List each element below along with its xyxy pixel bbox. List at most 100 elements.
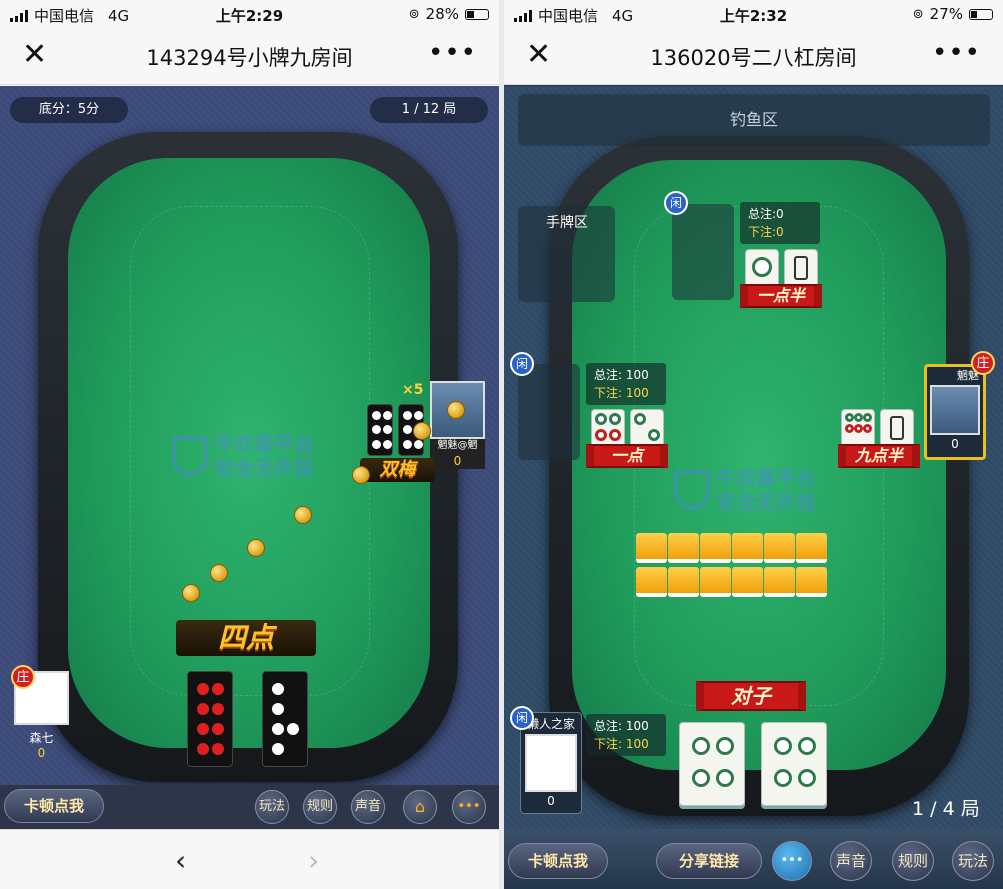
play-button[interactable]: 玩法	[952, 841, 994, 881]
close-icon[interactable]: ✕	[22, 40, 47, 70]
base-score: 底分：5分	[10, 97, 128, 123]
shield-icon	[172, 436, 208, 476]
self-score: 0	[547, 794, 555, 808]
back-icon[interactable]: ‹	[175, 844, 186, 877]
chat-icon[interactable]: •••	[452, 790, 486, 824]
total-bet: 总注: 100	[594, 719, 649, 733]
hand-area-label: 手牌区	[546, 215, 588, 231]
bet-multiplier: ×5	[402, 382, 424, 398]
self-mahjong-tile[interactable]	[761, 722, 827, 806]
top-player-bet: 总注:0 下注:0	[740, 202, 820, 244]
total-bet: 总注: 100	[594, 368, 649, 382]
top-player-seat[interactable]	[672, 204, 734, 300]
page-title: 136020号二八杠房间	[650, 46, 857, 70]
page-title: 143294号小牌九房间	[146, 46, 353, 70]
watermark-line2: 安全无外挂	[214, 456, 314, 480]
self-hand-label: 对子	[696, 681, 806, 711]
screen-paijiu: 中国电信 4G 上午2:29 ⊚ 28% ✕ 143294号小牌九房间 ••• …	[0, 0, 499, 889]
nav-bar: ✕ 136020号二八杠房间 •••	[504, 28, 1003, 85]
coin-icon	[247, 539, 265, 557]
rotation-lock-icon: ⊚	[912, 6, 924, 22]
mahjong-tile	[630, 409, 664, 447]
screen-erbagang: 中国电信 4G 上午2:32 ⊚ 27% ✕ 136020号二八杠房间 ••• …	[504, 0, 1003, 889]
round-counter: 1 / 12 局	[370, 97, 488, 123]
self-bet: 总注: 100 下注: 100	[586, 714, 666, 756]
current-bet: 下注:0	[748, 225, 784, 239]
sound-button[interactable]: 声音	[351, 790, 385, 824]
opponent-hand-label: 双梅	[360, 458, 435, 482]
battery-icon	[465, 8, 489, 20]
mahjong-tile	[591, 409, 625, 447]
idle-badge: 闲	[510, 706, 534, 730]
self-hand-label: 四点	[176, 620, 316, 656]
lag-report-button[interactable]: 卡顿点我	[4, 789, 104, 823]
mahjong-tile	[745, 249, 779, 287]
watermark-line1: 牛欢喜平台	[716, 466, 816, 490]
forward-icon[interactable]: ›	[308, 844, 319, 877]
idle-badge: 闲	[664, 191, 688, 215]
avatar	[930, 385, 980, 435]
coin-icon	[294, 506, 312, 524]
self-score: 0	[37, 746, 46, 760]
coin-icon	[352, 466, 370, 484]
watermark-logo: 牛欢喜平台 安全无外挂	[172, 432, 314, 480]
avatar	[525, 734, 577, 792]
rotation-lock-icon: ⊚	[408, 6, 420, 22]
opponent-score: 0	[430, 453, 485, 469]
right-player[interactable]: 魍魅 0	[924, 364, 986, 460]
sound-button[interactable]: 声音	[830, 841, 872, 881]
mahjong-tile	[784, 249, 818, 287]
home-icon[interactable]: ⌂	[403, 790, 437, 824]
tile-wall	[636, 533, 836, 603]
coin-icon	[210, 564, 228, 582]
battery-percent: 28%	[425, 5, 459, 23]
opponent-player[interactable]: 魍魅@魍 0	[430, 381, 485, 469]
banker-badge: 庄	[971, 351, 995, 375]
coin-icon	[413, 422, 431, 440]
watermark-line1: 牛欢喜平台	[214, 432, 314, 456]
watermark-logo: 牛欢喜平台 安全无外挂	[674, 466, 816, 514]
shield-icon	[674, 470, 710, 510]
self-domino-2[interactable]	[262, 671, 308, 767]
game-area: 底分：5分 1 / 12 局 牛欢喜平台 安全无外挂 魍魅@魍 0 ×5 双梅	[0, 86, 499, 786]
game-toolbar: 卡顿点我 玩法 规则 声音 ⌂ •••	[0, 785, 499, 829]
browser-toolbar: ‹ ›	[0, 829, 499, 889]
close-icon[interactable]: ✕	[526, 40, 551, 70]
round-counter: 1 / 4 局	[912, 798, 980, 820]
left-player-bet: 总注: 100 下注: 100	[586, 363, 666, 405]
share-link-button[interactable]: 分享链接	[656, 843, 762, 879]
status-bar: 中国电信 4G 上午2:29 ⊚ 28%	[0, 0, 499, 28]
total-bet: 总注:0	[748, 207, 784, 221]
opponent-name: 魍魅@魍	[430, 439, 485, 453]
fishing-zone: 钓鱼区	[518, 94, 990, 146]
current-bet: 下注: 100	[594, 386, 649, 400]
battery-percent: 27%	[929, 5, 963, 23]
idle-badge: 闲	[510, 352, 534, 376]
top-player-hand-label: 一点半	[740, 284, 822, 308]
self-name: 森七	[29, 731, 54, 745]
banker-badge: 庄	[11, 665, 35, 689]
left-player-seat[interactable]	[518, 364, 580, 460]
status-bar: 中国电信 4G 上午2:32 ⊚ 27%	[504, 0, 1003, 28]
lag-report-button[interactable]: 卡顿点我	[508, 843, 608, 879]
more-icon[interactable]: •••	[428, 38, 477, 68]
self-domino-1[interactable]	[187, 671, 233, 767]
battery-icon	[969, 8, 993, 20]
rules-button[interactable]: 规则	[892, 841, 934, 881]
mahjong-tile	[880, 409, 914, 447]
self-mahjong-tile[interactable]	[679, 722, 745, 806]
coin-icon	[182, 584, 200, 602]
game-area: 钓鱼区 手牌区 牛欢喜平台 安全无外挂 闲 总注:0 下注:0 一点半 闲 总注…	[504, 86, 1003, 829]
watermark-line2: 安全无外挂	[716, 490, 816, 514]
more-icon[interactable]: •••	[932, 38, 981, 68]
right-player-score: 0	[951, 437, 959, 451]
chat-icon[interactable]: •••	[772, 841, 812, 881]
mahjong-tile	[841, 409, 875, 447]
rules-button[interactable]: 规则	[303, 790, 337, 824]
game-toolbar: 卡顿点我 分享链接 ••• 声音 规则 玩法	[504, 829, 1003, 889]
current-bet: 下注: 100	[594, 737, 649, 751]
coin-icon	[447, 401, 465, 419]
play-button[interactable]: 玩法	[255, 790, 289, 824]
hand-area: 手牌区	[518, 206, 615, 302]
opponent-domino-1	[367, 404, 393, 456]
